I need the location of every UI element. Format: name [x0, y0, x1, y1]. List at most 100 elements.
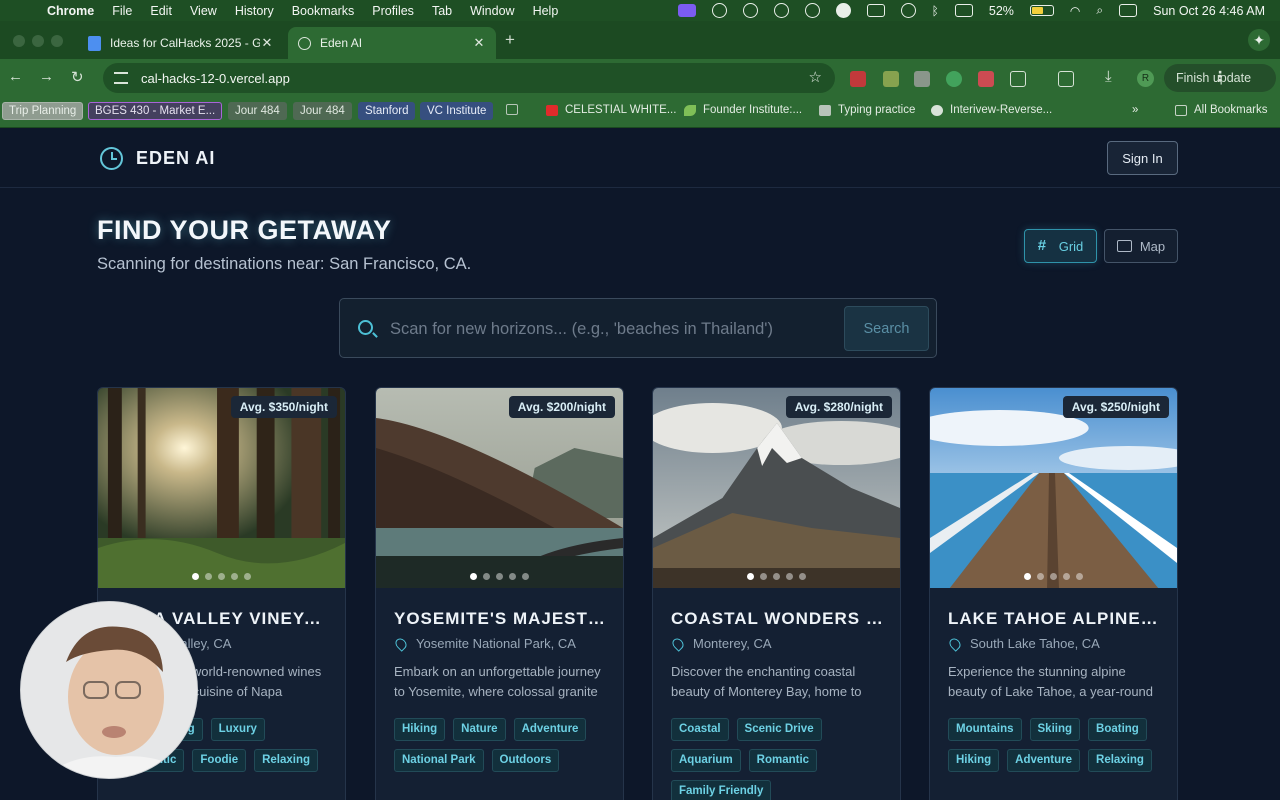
- menu-tab[interactable]: Tab: [432, 4, 452, 18]
- tag[interactable]: Relaxing: [1088, 749, 1152, 772]
- carousel-dot[interactable]: [470, 573, 477, 580]
- tag[interactable]: Hiking: [948, 749, 1000, 772]
- site-settings-icon[interactable]: [114, 72, 128, 84]
- spotlight-search-icon[interactable]: ⌕: [1096, 3, 1103, 18]
- bookmark-bges-430[interactable]: BGES 430 - Market E...: [88, 102, 223, 120]
- carousel-dot[interactable]: [231, 573, 238, 580]
- pier-photo[interactable]: [930, 388, 1177, 588]
- menu-edit[interactable]: Edit: [150, 4, 172, 18]
- tag[interactable]: Hiking: [394, 718, 446, 741]
- close-tab-icon[interactable]: ✕: [472, 35, 486, 51]
- clock-logo-icon[interactable]: [100, 147, 123, 170]
- gemini-icon[interactable]: ✦: [1248, 29, 1270, 51]
- brand-name[interactable]: EDEN AI: [136, 148, 215, 169]
- extension-icon[interactable]: [883, 71, 899, 87]
- extension-status-icon[interactable]: [804, 3, 820, 18]
- control-center-icon[interactable]: [1119, 4, 1138, 17]
- tab-search-icon[interactable]: [1058, 71, 1074, 87]
- sync-status-icon[interactable]: [742, 3, 758, 18]
- back-arrow-icon[interactable]: ←: [8, 68, 23, 85]
- carousel-dot[interactable]: [244, 573, 251, 580]
- memory-icon[interactable]: [954, 4, 973, 17]
- x-status-icon[interactable]: [835, 3, 851, 18]
- bookmark-jour-484[interactable]: Jour 484: [228, 102, 287, 120]
- search-button[interactable]: Search: [844, 306, 929, 351]
- window-minimize-button[interactable]: [32, 35, 44, 47]
- map-view-button[interactable]: Map: [1104, 229, 1178, 263]
- battery-icon[interactable]: [1029, 5, 1054, 16]
- webcam-overlay[interactable]: [20, 601, 198, 779]
- card-title[interactable]: COASTAL WONDERS O...: [671, 609, 884, 629]
- menu-bookmarks[interactable]: Bookmarks: [292, 4, 355, 18]
- carousel-dot[interactable]: [799, 573, 806, 580]
- carousel-dot[interactable]: [496, 573, 503, 580]
- all-bookmarks[interactable]: All Bookmarks: [1175, 104, 1268, 116]
- tag[interactable]: National Park: [394, 749, 484, 772]
- tag[interactable]: Skiing: [1029, 718, 1081, 741]
- tag[interactable]: Family Friendly: [671, 780, 772, 800]
- puzzle-extensions-icon[interactable]: [1010, 71, 1026, 87]
- menu-view[interactable]: View: [190, 4, 217, 18]
- carousel-dot[interactable]: [1024, 573, 1031, 580]
- bookmark-celestial-white[interactable]: CELESTIAL WHITE...: [546, 104, 676, 116]
- carousel-dot[interactable]: [1050, 573, 1057, 580]
- screen-mirroring-icon[interactable]: [677, 4, 696, 17]
- destination-card-monterey[interactable]: Avg. $280/night COASTAL WONDERS O... Mon…: [652, 387, 901, 800]
- tag[interactable]: Mountains: [948, 718, 1022, 741]
- forward-arrow-icon[interactable]: →: [39, 68, 54, 85]
- destination-card-lake-tahoe[interactable]: Avg. $250/night LAKE TAHOE ALPINE E... S…: [929, 387, 1178, 800]
- tag[interactable]: Adventure: [1007, 749, 1081, 772]
- carousel-dot[interactable]: [218, 573, 225, 580]
- menu-profiles[interactable]: Profiles: [372, 4, 414, 18]
- new-tab-icon[interactable]: +: [505, 30, 515, 50]
- bookmark-vc-institute[interactable]: VC Institute: [420, 102, 494, 120]
- carousel-dot[interactable]: [192, 573, 199, 580]
- card-title[interactable]: YOSEMITE'S MAJESTI...: [394, 609, 607, 629]
- menu-history[interactable]: History: [235, 4, 274, 18]
- apps-grid-icon[interactable]: [506, 104, 525, 115]
- carousel-dot[interactable]: [1063, 573, 1070, 580]
- tag[interactable]: Relaxing: [254, 749, 319, 772]
- carousel-dot[interactable]: [773, 573, 780, 580]
- adblock-icon[interactable]: [850, 71, 866, 87]
- card-title[interactable]: LAKE TAHOE ALPINE E...: [948, 609, 1161, 629]
- download-icon[interactable]: ⤓: [1105, 68, 1112, 85]
- tag[interactable]: Boating: [1088, 718, 1147, 741]
- more-menu-icon[interactable]: ⋮: [1164, 68, 1276, 85]
- clock-datetime[interactable]: Sun Oct 26 4:46 AM: [1153, 4, 1265, 18]
- tab-eden-ai[interactable]: Eden AI ✕: [288, 27, 496, 59]
- tag[interactable]: Luxury: [210, 718, 265, 741]
- grid-view-button[interactable]: Grid: [1024, 229, 1097, 263]
- carousel-dot[interactable]: [205, 573, 212, 580]
- tag[interactable]: Coastal: [671, 718, 729, 741]
- bookmark-interview-reverse[interactable]: Interivew-Reverse...: [931, 104, 1052, 116]
- carousel-dot[interactable]: [1076, 573, 1083, 580]
- snowy-peak-photo[interactable]: [653, 388, 900, 588]
- menu-help[interactable]: Help: [533, 4, 559, 18]
- finish-update-button[interactable]: Finish update ⋮: [1164, 64, 1276, 92]
- carousel-dot[interactable]: [1037, 573, 1044, 580]
- cloud-app-icon[interactable]: [773, 3, 789, 18]
- extension-icon[interactable]: [978, 71, 994, 87]
- grammarly-icon[interactable]: [946, 71, 962, 87]
- url-text[interactable]: cal-hacks-12-0.vercel.app: [141, 71, 290, 86]
- car-icon[interactable]: [866, 4, 885, 17]
- bookmark-stanford[interactable]: Stanford: [358, 102, 416, 120]
- carousel-dot[interactable]: [786, 573, 793, 580]
- forest-photo[interactable]: [98, 388, 345, 588]
- play-icon[interactable]: [900, 3, 916, 18]
- carousel-dot[interactable]: [522, 573, 529, 580]
- carousel-dot[interactable]: [509, 573, 516, 580]
- menu-window[interactable]: Window: [470, 4, 514, 18]
- sign-in-button[interactable]: Sign In: [1107, 141, 1178, 175]
- extension-icon[interactable]: [914, 71, 930, 87]
- bookmark-founder-institute[interactable]: Founder Institute:...: [684, 104, 802, 116]
- carousel-dot[interactable]: [760, 573, 767, 580]
- bookmark-jour-484[interactable]: Jour 484: [293, 102, 352, 120]
- tag[interactable]: Romantic: [748, 749, 818, 772]
- wifi-icon[interactable]: ◠: [1070, 4, 1080, 18]
- window-close-button[interactable]: [13, 35, 25, 47]
- destination-card-yosemite[interactable]: Avg. $200/night YOSEMITE'S MAJESTI... Yo…: [375, 387, 624, 800]
- close-tab-icon[interactable]: ✕: [260, 35, 274, 51]
- tag[interactable]: Adventure: [513, 718, 587, 741]
